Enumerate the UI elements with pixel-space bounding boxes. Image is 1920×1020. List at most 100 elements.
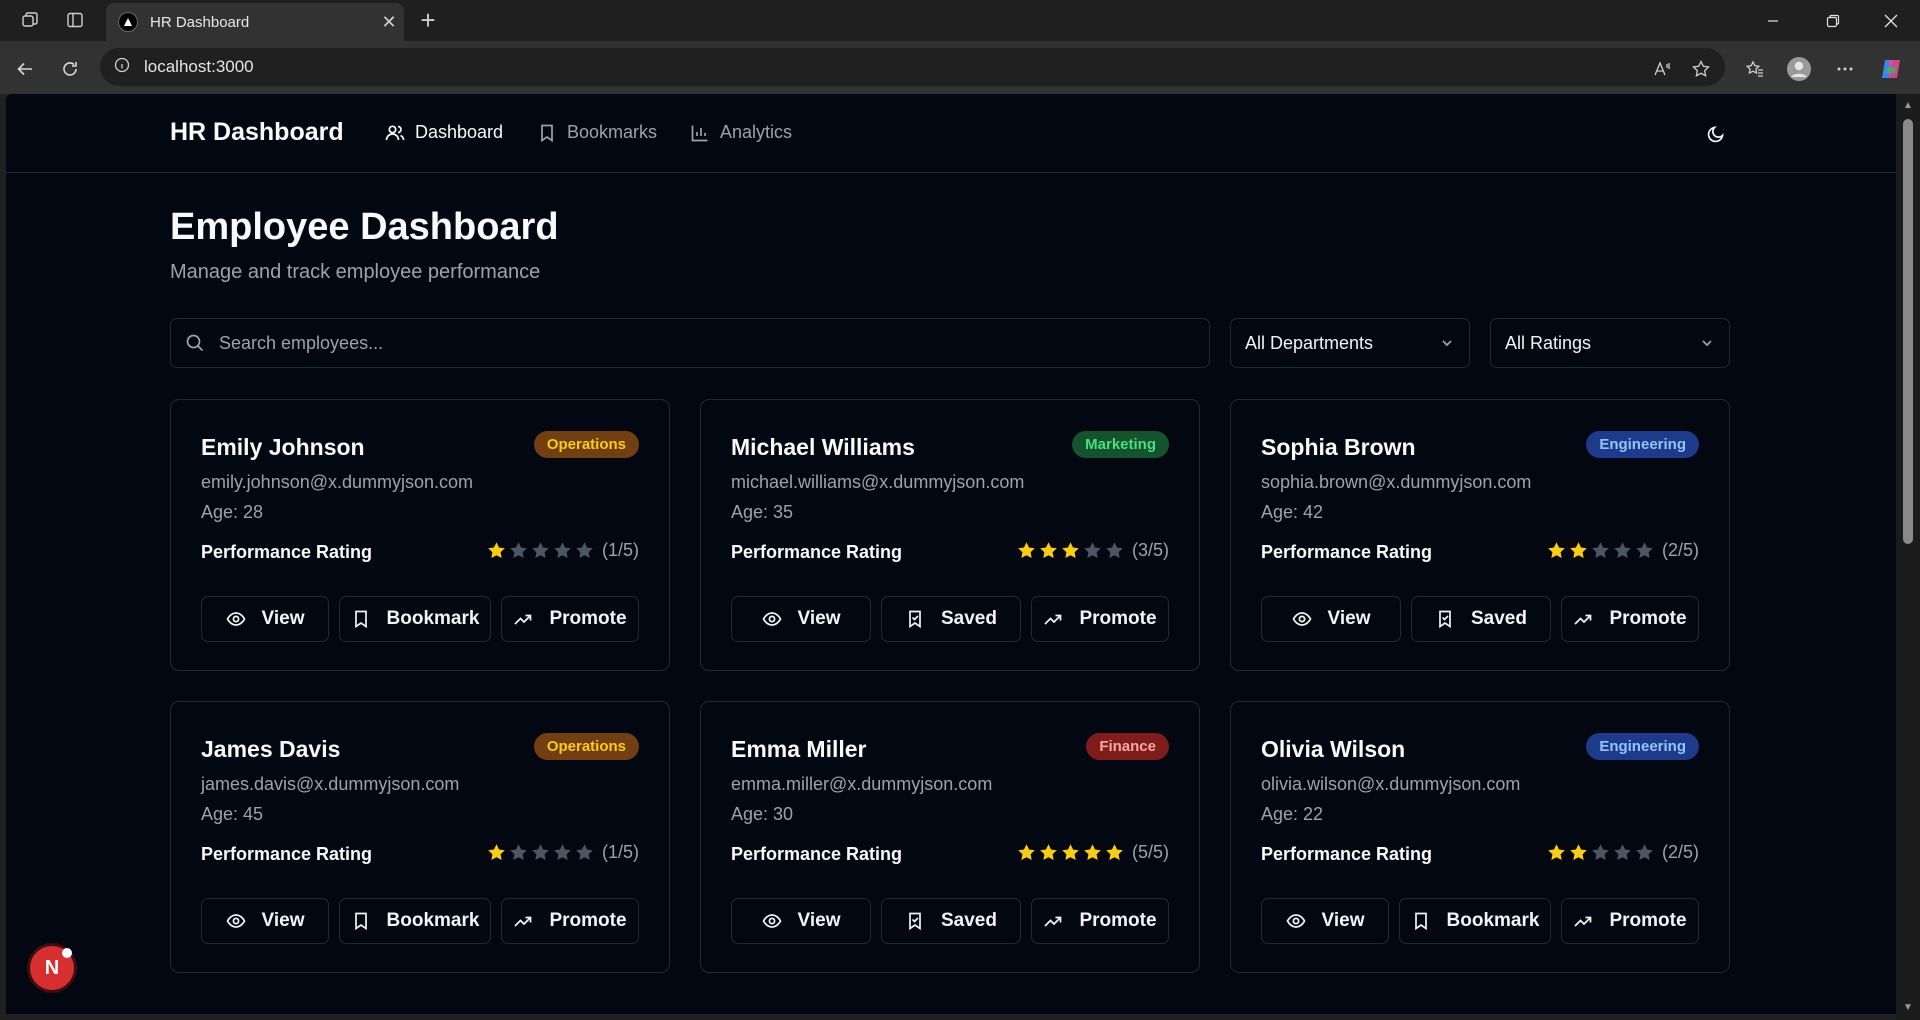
search-icon — [186, 334, 204, 352]
top-navigation: HR Dashboard Dashboard Bookmarks Analyti… — [6, 94, 1896, 173]
browser-tab-active[interactable]: HR Dashboard ✕ — [106, 3, 404, 41]
nav-link-label: Dashboard — [415, 122, 504, 142]
bookmark-button[interactable]: Bookmark — [1399, 898, 1551, 944]
new-tab-button[interactable]: + — [413, 5, 443, 36]
promote-button[interactable]: Promote — [1561, 596, 1699, 642]
bookmark-icon — [354, 912, 367, 931]
promote-button-label: Promote — [1079, 910, 1157, 931]
promote-button[interactable]: Promote — [501, 898, 639, 944]
bookmark-icon — [354, 610, 367, 629]
department-select[interactable]: All Departments — [1230, 318, 1470, 368]
department-badge: Operations — [533, 733, 639, 760]
scroll-up-arrow-icon[interactable]: ▲ — [1902, 100, 1914, 112]
department-select-value: All Departments — [1245, 332, 1374, 353]
employee-name: Michael Williams — [731, 434, 915, 460]
nav-link-bookmarks[interactable]: Bookmarks — [537, 122, 657, 143]
workspaces-icon[interactable] — [15, 5, 45, 35]
restore-button[interactable] — [1810, 0, 1856, 41]
view-button-label: View — [1321, 910, 1365, 931]
card-actions: View Saved Promote — [731, 898, 1169, 944]
rating-star-icon — [1106, 844, 1123, 860]
close-window-button[interactable] — [1868, 0, 1914, 41]
employee-name: James Davis — [201, 736, 341, 762]
brand-logo[interactable]: HR Dashboard — [170, 118, 344, 147]
star-rating: (2/5) — [1546, 540, 1699, 561]
employee-email: olivia.wilson@x.dummyjson.com — [1261, 774, 1521, 794]
trending-up-icon — [1574, 614, 1592, 625]
employee-email: michael.williams@x.dummyjson.com — [731, 472, 1025, 492]
vertical-tabs-icon[interactable] — [60, 5, 90, 35]
tab-close-icon[interactable]: ✕ — [374, 12, 404, 33]
bookmark-check-icon — [909, 912, 921, 931]
favorites-icon[interactable] — [1740, 54, 1770, 84]
employee-card: Emily Johnson Operations emily.johnson@x.d… — [170, 399, 670, 671]
address-bar[interactable]: localhost:3000 — [100, 48, 1725, 86]
rating-star-icon — [510, 542, 527, 558]
more-options-icon[interactable] — [1830, 54, 1860, 84]
rating-star-icon — [532, 542, 549, 558]
rating-score: (2/5) — [1661, 842, 1699, 862]
refresh-icon[interactable] — [55, 54, 85, 84]
rating-select[interactable]: All Ratings — [1490, 318, 1730, 368]
employee-email: emily.johnson@x.dummyjson.com — [201, 472, 474, 492]
employee-card: Michael Williams Marketing michael.william… — [700, 399, 1200, 671]
minimize-button[interactable] — [1750, 0, 1796, 41]
nav-link-dashboard[interactable]: Dashboard — [385, 122, 503, 143]
nav-link-label: Bookmarks — [567, 122, 658, 142]
favorite-star-icon[interactable] — [1686, 54, 1716, 84]
view-button-label: View — [797, 608, 841, 629]
view-button[interactable]: View — [201, 596, 329, 642]
trending-up-icon — [514, 614, 532, 625]
tab-title: HR Dashboard — [150, 13, 250, 31]
rating-star-icon — [1084, 844, 1101, 860]
promote-button[interactable]: Promote — [1561, 898, 1699, 944]
employee-card: Emma Miller Finance emma.miller@x.dummyjso… — [700, 701, 1200, 973]
bookmark-button[interactable]: Saved — [1411, 596, 1551, 642]
rating-star-icon — [1636, 844, 1653, 860]
browser-tab-bar: HR Dashboard ✕ + — [0, 0, 1920, 41]
bookmark-button[interactable]: Bookmark — [339, 898, 491, 944]
bookmark-button[interactable]: Saved — [881, 596, 1021, 642]
page-subtitle: Manage and track employee performance — [170, 261, 541, 283]
rating-star-icon — [576, 844, 593, 860]
page-scrollbar[interactable]: ▲ ▼ — [1896, 94, 1920, 1020]
promote-button[interactable]: Promote — [1031, 596, 1169, 642]
rating-star-icon — [1084, 542, 1101, 558]
bookmark-check-icon — [1439, 610, 1451, 629]
promote-button[interactable]: Promote — [1031, 898, 1169, 944]
view-button[interactable]: View — [731, 596, 871, 642]
copilot-icon[interactable] — [1876, 54, 1906, 84]
view-button[interactable]: View — [731, 898, 871, 944]
performance-rating-label: Performance Rating — [201, 844, 373, 864]
bookmark-button[interactable]: Saved — [881, 898, 1021, 944]
back-icon[interactable] — [10, 54, 40, 84]
rating-star-icon — [1040, 542, 1057, 558]
scroll-down-arrow-icon[interactable]: ▼ — [1902, 1002, 1914, 1014]
scrollbar-thumb[interactable] — [1903, 119, 1913, 544]
rating-star-icon — [510, 844, 527, 860]
eye-icon — [226, 612, 245, 626]
nav-link-analytics[interactable]: Analytics — [690, 122, 792, 143]
employee-card: James Davis Operations james.davis@x.dummy… — [170, 701, 670, 973]
star-rating: (1/5) — [486, 842, 639, 863]
promote-button-label: Promote — [1609, 608, 1687, 629]
bookmark-button[interactable]: Bookmark — [339, 596, 491, 642]
star-rating: (2/5) — [1546, 842, 1699, 863]
trending-up-icon — [1574, 916, 1592, 927]
promote-button[interactable]: Promote — [501, 596, 639, 642]
search-placeholder: Search employees... — [219, 332, 384, 353]
nextjs-dev-indicator[interactable]: N — [30, 946, 74, 990]
nav-link-label: Analytics — [720, 122, 793, 142]
read-aloud-icon[interactable] — [1647, 54, 1677, 84]
theme-toggle-button[interactable] — [1698, 116, 1734, 152]
view-button[interactable]: View — [1261, 596, 1401, 642]
view-button[interactable]: View — [201, 898, 329, 944]
view-button[interactable]: View — [1261, 898, 1389, 944]
moon-icon — [1707, 126, 1724, 143]
promote-button-label: Promote — [1609, 910, 1687, 931]
rating-star-icon — [488, 844, 505, 860]
site-info-icon[interactable] — [114, 57, 130, 78]
rating-star-icon — [1062, 844, 1079, 860]
search-input[interactable]: Search employees... — [170, 318, 1210, 368]
profile-avatar-icon[interactable] — [1784, 54, 1814, 84]
